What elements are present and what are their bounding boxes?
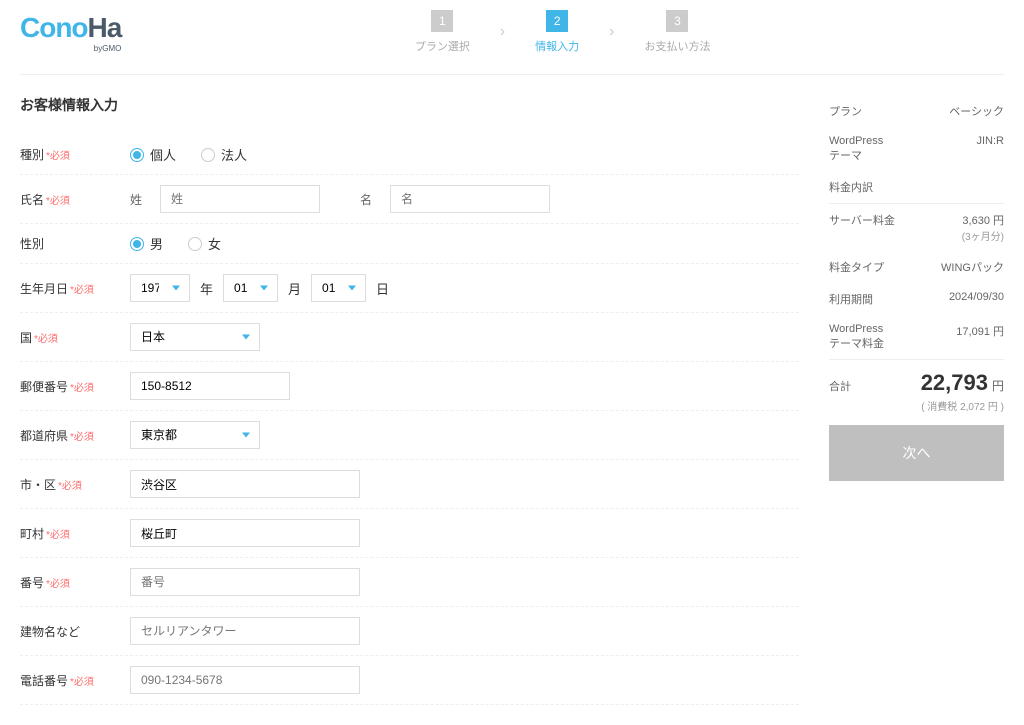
row-postal: 郵便番号*必須	[20, 362, 799, 411]
required-mark: *必須	[46, 151, 70, 162]
label-city: 市・区	[20, 478, 56, 492]
side-theme-val: JIN:R	[977, 135, 1005, 163]
input-mei[interactable]	[390, 185, 550, 213]
input-building[interactable]	[130, 617, 360, 645]
step-3-label: お支払い方法	[644, 38, 710, 54]
required-mark: *必須	[58, 481, 82, 492]
step-2: 2 情報入力	[535, 10, 579, 54]
label-birth: 生年月日	[20, 282, 68, 296]
next-button[interactable]: 次へ	[829, 425, 1004, 481]
required-mark: *必須	[46, 530, 70, 541]
radio-individual[interactable]: 個人	[130, 145, 176, 164]
side-total-label: 合計	[829, 378, 851, 394]
side-tax: ( 消費税 2,072 円 )	[829, 398, 1004, 425]
row-building: 建物名など	[20, 607, 799, 656]
logo-part2: Ha	[88, 12, 122, 43]
row-gender: 性別 男 女	[20, 224, 799, 264]
select-month[interactable]: 01	[223, 274, 278, 302]
side-type-val: WINGパック	[941, 259, 1004, 275]
row-street: 番号*必須	[20, 558, 799, 607]
sub-label-mei: 名	[360, 191, 380, 208]
row-country: 国*必須 日本	[20, 313, 799, 362]
logo: ConoHa byGMO	[20, 12, 121, 53]
row-type: 種別*必須 個人 法人	[20, 135, 799, 175]
required-mark: *必須	[46, 579, 70, 590]
required-mark: *必須	[70, 432, 94, 443]
side-theme-label: WordPress テーマ	[829, 135, 883, 163]
label-gender: 性別	[20, 237, 44, 251]
radio-corporate[interactable]: 法人	[201, 145, 247, 164]
step-1: 1 プラン選択	[415, 10, 470, 54]
side-server-val: 3,630 円	[962, 215, 1004, 227]
row-name: 氏名*必須 姓 名	[20, 175, 799, 224]
row-phone: 電話番号*必須	[20, 656, 799, 705]
input-town[interactable]	[130, 519, 360, 547]
customer-info-form: お客様情報入力 種別*必須 個人 法人 氏名*必須 姓 名 性別	[20, 95, 799, 705]
side-wptheme-val: 17,091 円	[956, 323, 1004, 351]
required-mark: *必須	[70, 285, 94, 296]
chevron-right-icon: ›	[609, 23, 614, 41]
unit-month: 月	[288, 279, 301, 298]
required-mark: *必須	[70, 383, 94, 394]
label-prefecture: 都道府県	[20, 429, 68, 443]
step-3: 3 お支払い方法	[644, 10, 710, 54]
step-2-num: 2	[546, 10, 568, 32]
side-plan-val: ベーシック	[949, 103, 1004, 119]
side-server-sub: (3ヶ月分)	[962, 232, 1004, 243]
summary-sidebar: プラン ベーシック WordPress テーマ JIN:R 料金内訳 サーバー料金 3…	[829, 95, 1004, 705]
label-phone: 電話番号	[20, 674, 68, 688]
side-period-val: 2024/09/30	[949, 291, 1004, 307]
label-building: 建物名など	[20, 625, 80, 639]
row-prefecture: 都道府県*必須 東京都	[20, 411, 799, 460]
input-street[interactable]	[130, 568, 360, 596]
input-city[interactable]	[130, 470, 360, 498]
sub-label-sei: 姓	[130, 191, 150, 208]
label-country: 国	[20, 331, 32, 345]
side-period-label: 利用期間	[829, 291, 873, 307]
label-street: 番号	[20, 576, 44, 590]
side-total-yen: 円	[992, 379, 1004, 393]
select-day[interactable]: 01	[311, 274, 366, 302]
input-sei[interactable]	[160, 185, 320, 213]
side-total-val: 22,793	[921, 370, 988, 395]
unit-day: 日	[376, 279, 389, 298]
step-2-label: 情報入力	[535, 38, 579, 54]
step-indicator: 1 プラン選択 › 2 情報入力 › 3 お支払い方法	[121, 10, 1004, 54]
logo-part1: Cono	[20, 12, 88, 43]
step-1-num: 1	[431, 10, 453, 32]
input-postal[interactable]	[130, 372, 290, 400]
row-birth: 生年月日*必須 1975 年 01 月 01 日	[20, 264, 799, 313]
required-mark: *必須	[34, 334, 58, 345]
radio-female[interactable]: 女	[188, 234, 221, 253]
required-mark: *必須	[46, 196, 70, 207]
label-type: 種別	[20, 148, 44, 162]
side-server-label: サーバー料金	[829, 212, 895, 243]
row-city: 市・区*必須	[20, 460, 799, 509]
select-year[interactable]: 1975	[130, 274, 190, 302]
chevron-right-icon: ›	[500, 23, 505, 41]
side-detail: 料金内訳	[829, 179, 873, 195]
side-type-label: 料金タイプ	[829, 259, 884, 275]
select-country[interactable]: 日本	[130, 323, 260, 351]
side-plan-label: プラン	[829, 103, 862, 119]
row-town: 町村*必須	[20, 509, 799, 558]
required-mark: *必須	[70, 677, 94, 688]
step-3-num: 3	[666, 10, 688, 32]
select-prefecture[interactable]: 東京都	[130, 421, 260, 449]
label-postal: 郵便番号	[20, 380, 68, 394]
label-town: 町村	[20, 527, 44, 541]
side-wptheme-label: WordPress テーマ料金	[829, 323, 884, 351]
logo-sub: byGMO	[20, 44, 121, 53]
radio-male[interactable]: 男	[130, 234, 163, 253]
label-name: 氏名	[20, 193, 44, 207]
section-title: お客様情報入力	[20, 95, 799, 115]
step-1-label: プラン選択	[415, 38, 470, 54]
input-phone[interactable]	[130, 666, 360, 694]
unit-year: 年	[200, 279, 213, 298]
